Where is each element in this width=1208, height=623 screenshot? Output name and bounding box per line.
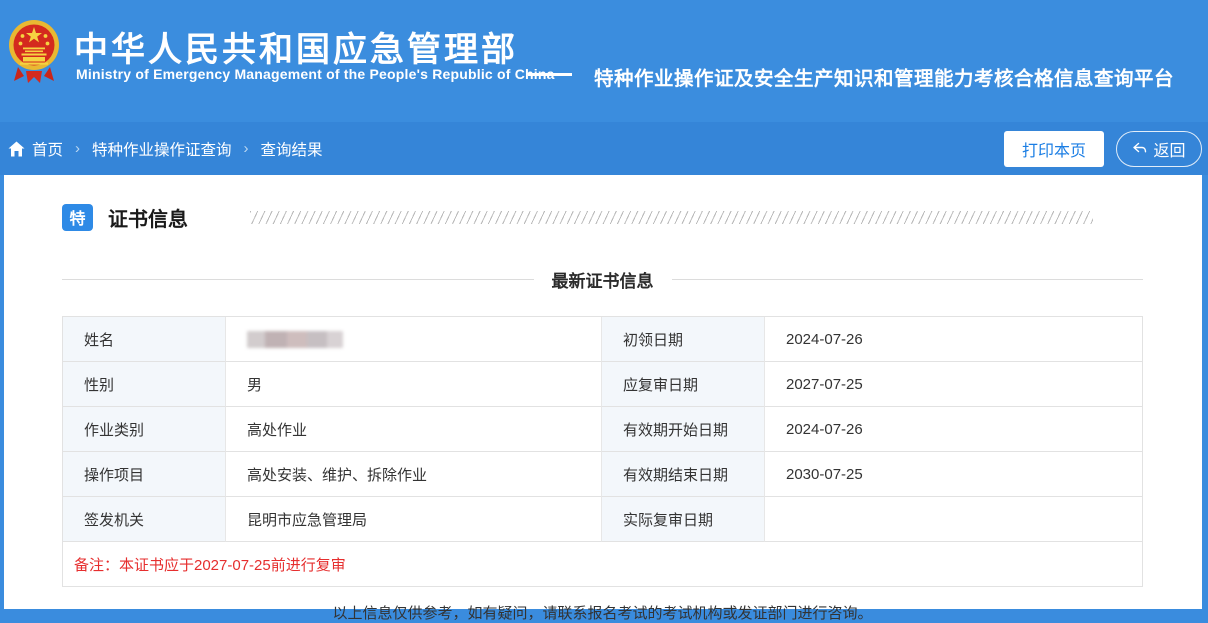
breadcrumb: 首页 › 特种作业操作证查询 › 查询结果 bbox=[8, 138, 323, 160]
field-label-name: 姓名 bbox=[63, 317, 226, 362]
section-header: 特 证书信息 bbox=[62, 203, 1143, 231]
platform-title: 特种作业操作证及安全生产知识和管理能力考核合格信息查询平台 bbox=[594, 62, 1174, 91]
field-label-actual-review-date: 实际复审日期 bbox=[602, 497, 765, 542]
breadcrumb-bar: 首页 › 特种作业操作证查询 › 查询结果 打印本页 返回 bbox=[0, 122, 1208, 175]
field-label-gender: 性别 bbox=[63, 362, 226, 407]
field-label-initial-issue-date: 初领日期 bbox=[602, 317, 765, 362]
field-label-work-category: 作业类别 bbox=[63, 407, 226, 452]
certificate-table: 姓名 初领日期 2024-07-26 性别 男 应复审日期 2027-07-25… bbox=[62, 316, 1143, 587]
field-value-name bbox=[226, 317, 602, 362]
org-name-zh: 中华人民共和国应急管理部 bbox=[74, 22, 518, 71]
back-button[interactable]: 返回 bbox=[1116, 131, 1202, 167]
breadcrumb-result: 查询结果 bbox=[261, 138, 323, 160]
title-dash-divider bbox=[528, 73, 572, 76]
field-value-gender: 男 bbox=[226, 362, 602, 407]
field-label-issuing-authority: 签发机关 bbox=[63, 497, 226, 542]
breadcrumb-actions: 打印本页 返回 bbox=[1004, 131, 1200, 167]
field-label-validity-start-date: 有效期开始日期 bbox=[602, 407, 765, 452]
section-title: 证书信息 bbox=[108, 203, 188, 232]
national-emblem-logo bbox=[8, 15, 60, 85]
redacted-name-value bbox=[247, 331, 343, 348]
divider-line-right bbox=[672, 279, 1144, 280]
table-title: 最新证书信息 bbox=[552, 267, 654, 292]
divider-line-left bbox=[62, 279, 534, 280]
field-value-operation-item: 高处安装、维护、拆除作业 bbox=[226, 452, 602, 497]
breadcrumb-separator: › bbox=[244, 140, 249, 157]
slash-decoration bbox=[250, 211, 1093, 224]
table-title-row: 最新证书信息 bbox=[62, 267, 1143, 292]
field-value-review-due-date: 2027-07-25 bbox=[765, 362, 1142, 407]
back-arrow-icon bbox=[1132, 142, 1147, 156]
field-value-actual-review-date bbox=[765, 497, 1142, 542]
breadcrumb-separator: › bbox=[75, 140, 80, 157]
field-value-work-category: 高处作业 bbox=[226, 407, 602, 452]
breadcrumb-home[interactable]: 首页 bbox=[32, 138, 63, 160]
field-value-issuing-authority: 昆明市应急管理局 bbox=[226, 497, 602, 542]
special-badge: 特 bbox=[62, 204, 93, 231]
field-value-validity-start-date: 2024-07-26 bbox=[765, 407, 1142, 452]
site-header: 中华人民共和国应急管理部 Ministry of Emergency Manag… bbox=[0, 0, 1208, 122]
field-label-operation-item: 操作项目 bbox=[63, 452, 226, 497]
back-button-label: 返回 bbox=[1153, 137, 1185, 161]
field-label-review-due-date: 应复审日期 bbox=[602, 362, 765, 407]
field-label-validity-end-date: 有效期结束日期 bbox=[602, 452, 765, 497]
org-name-en: Ministry of Emergency Management of the … bbox=[76, 66, 555, 82]
main-content: 特 证书信息 最新证书信息 姓名 初领日期 2024-07-26 性别 男 应复… bbox=[4, 175, 1202, 609]
field-value-validity-end-date: 2030-07-25 bbox=[765, 452, 1142, 497]
print-page-button[interactable]: 打印本页 bbox=[1004, 131, 1104, 167]
footer-disclaimer: 以上信息仅供参考，如有疑问，请联系报名考试的考试机构或发证部门进行咨询。 bbox=[62, 602, 1143, 623]
home-icon bbox=[8, 141, 25, 157]
breadcrumb-query[interactable]: 特种作业操作证查询 bbox=[92, 138, 232, 160]
field-value-initial-issue-date: 2024-07-26 bbox=[765, 317, 1142, 362]
remark-row: 备注：本证书应于2027-07-25前进行复审 bbox=[63, 542, 1142, 586]
